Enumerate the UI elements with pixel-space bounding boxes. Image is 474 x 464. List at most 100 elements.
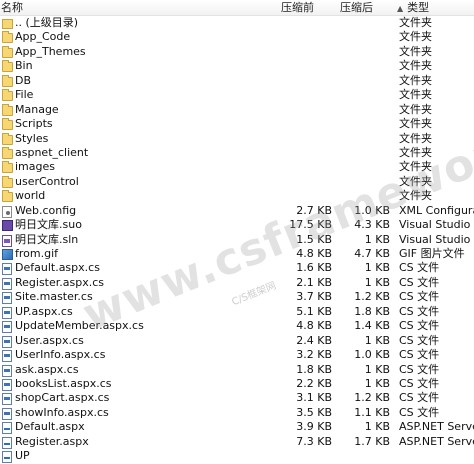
file-name: App_Themes — [15, 44, 86, 58]
file-name: Bin — [15, 59, 33, 73]
column-header-type[interactable]: ▲ 类型 — [397, 0, 429, 15]
file-row[interactable]: aspnet_client 文件夹 — [0, 146, 474, 160]
file-row[interactable]: File 文件夹 — [0, 88, 474, 102]
file-row[interactable]: booksList.aspx.cs 2.2 KB 1 KB CS 文件 — [0, 377, 474, 391]
file-name: UpdateMember.aspx.cs — [15, 319, 144, 333]
file-row[interactable]: Default.aspx.cs 1.6 KB 1 KB CS 文件 — [0, 261, 474, 276]
file-type: CS 文件 — [399, 376, 440, 390]
folder-icon — [2, 175, 13, 188]
file-name: showInfo.aspx.cs — [15, 405, 109, 419]
cs-file-icon — [2, 263, 12, 276]
file-type: CS 文件 — [399, 391, 440, 405]
file-name: aspnet_client — [15, 145, 89, 159]
file-row[interactable]: from.gif 4.8 KB 4.7 KB GIF 图片文件 — [0, 247, 474, 261]
file-size-uncompressed: 1.2 KB — [354, 290, 390, 304]
file-row[interactable]: DB 文件夹 — [0, 74, 474, 88]
file-type: CS 文件 — [399, 333, 440, 347]
folder-icon — [2, 161, 13, 174]
file-size-uncompressed: 1 KB — [364, 362, 390, 376]
aspx-file-icon — [2, 451, 12, 464]
file-size-compressed: 3.1 KB — [296, 391, 332, 405]
file-row[interactable]: UpdateMember.aspx.cs 4.8 KB 1.4 KB CS 文件 — [0, 319, 474, 334]
file-row[interactable]: shopCart.aspx.cs 3.1 KB 1.2 KB CS 文件 — [0, 391, 474, 406]
file-name: UP.aspx.cs — [15, 304, 73, 318]
cs-file-icon — [2, 306, 12, 319]
file-row[interactable]: .. (上级目录) 文件夹 — [0, 16, 474, 30]
file-row[interactable]: UserInfo.aspx.cs 3.2 KB 1.0 KB CS 文件 — [0, 348, 474, 363]
file-type: ASP.NET Server — [399, 420, 474, 434]
file-row[interactable]: Default.aspx 3.9 KB 1 KB ASP.NET Server — [0, 420, 474, 435]
file-type: 文件夹 — [399, 131, 432, 145]
file-type: ASP.NET Server — [399, 434, 474, 448]
file-name: Web.config — [15, 203, 77, 217]
file-size-compressed: 2.7 KB — [296, 203, 332, 217]
file-type: CS 文件 — [399, 405, 440, 419]
file-row[interactable]: 明日文库.suo 17.5 KB 4.3 KB Visual Studio Sc — [0, 218, 474, 232]
file-name: Manage — [15, 102, 59, 116]
file-row[interactable]: userControl 文件夹 — [0, 175, 474, 189]
file-row[interactable]: images 文件夹 — [0, 160, 474, 174]
file-type: 文件夹 — [399, 16, 432, 29]
file-row[interactable]: 明日文库.sln 1.5 KB 1 KB Visual Studio Sc — [0, 233, 474, 247]
file-size-uncompressed: 1 KB — [364, 275, 390, 289]
folder-icon — [2, 45, 13, 58]
file-row[interactable]: Scripts 文件夹 — [0, 117, 474, 131]
file-size-uncompressed: 1.0 KB — [354, 348, 390, 362]
file-row[interactable]: UP — [0, 449, 474, 464]
file-size-uncompressed: 4.7 KB — [354, 247, 390, 260]
file-row[interactable]: App_Code 文件夹 — [0, 30, 474, 44]
cs-file-icon — [2, 364, 12, 377]
file-row[interactable]: Manage 文件夹 — [0, 103, 474, 117]
file-row[interactable]: ask.aspx.cs 1.8 KB 1 KB CS 文件 — [0, 363, 474, 377]
file-name: images — [15, 160, 55, 174]
file-row[interactable]: Register.aspx 7.3 KB 1.7 KB ASP.NET Server — [0, 435, 474, 449]
file-type: CS 文件 — [399, 304, 440, 318]
cs-file-icon — [2, 393, 12, 406]
file-type: CS 文件 — [399, 261, 440, 275]
file-size-compressed: 3.9 KB — [296, 420, 332, 434]
file-size-uncompressed: 4.3 KB — [354, 218, 390, 232]
file-name: from.gif — [15, 247, 59, 260]
folder-icon — [2, 89, 13, 102]
file-row[interactable]: Styles 文件夹 — [0, 132, 474, 146]
column-header-name[interactable]: 名称 — [1, 0, 23, 15]
file-row[interactable]: Register.aspx.cs 2.1 KB 1 KB CS 文件 — [0, 276, 474, 290]
file-name: UserInfo.aspx.cs — [15, 348, 106, 362]
file-row[interactable]: Web.config 2.7 KB 1.0 KB XML Configurati — [0, 204, 474, 218]
folder-icon — [2, 118, 13, 131]
aspx-file-icon — [2, 436, 12, 449]
cs-file-icon — [2, 407, 12, 420]
file-type: Visual Studio Sc — [399, 232, 474, 246]
cs-file-icon — [2, 277, 12, 290]
folder-icon — [2, 103, 13, 116]
file-row[interactable]: App_Themes 文件夹 — [0, 45, 474, 59]
file-name: 明日文库.suo — [15, 218, 82, 232]
file-type: CS 文件 — [399, 275, 440, 289]
sort-ascending-icon: ▲ — [397, 4, 404, 13]
cs-file-icon — [2, 335, 12, 348]
file-size-compressed: 1.8 KB — [296, 362, 332, 376]
file-name: Styles — [15, 131, 49, 145]
file-name: Register.aspx — [15, 434, 89, 448]
file-size-uncompressed: 1.2 KB — [354, 391, 390, 405]
file-size-uncompressed: 1 KB — [364, 420, 390, 434]
file-row[interactable]: showInfo.aspx.cs 3.5 KB 1.1 KB CS 文件 — [0, 406, 474, 420]
column-header-compressed[interactable]: 压缩前 — [281, 0, 314, 15]
file-type: CS 文件 — [399, 362, 440, 376]
file-size-uncompressed: 1 KB — [364, 232, 390, 246]
file-size-uncompressed: 1 KB — [364, 333, 390, 347]
folder-icon — [2, 190, 13, 203]
file-name: DB — [15, 73, 32, 87]
file-row[interactable]: User.aspx.cs 2.4 KB 1 KB CS 文件 — [0, 334, 474, 348]
file-type: 文件夹 — [399, 44, 432, 58]
file-row[interactable]: Bin 文件夹 — [0, 59, 474, 73]
file-row[interactable]: Site.master.cs 3.7 KB 1.2 KB CS 文件 — [0, 290, 474, 305]
file-row[interactable]: world 文件夹 — [0, 189, 474, 203]
file-size-uncompressed: 1 KB — [364, 376, 390, 390]
file-type: GIF 图片文件 — [399, 247, 465, 260]
file-row[interactable]: UP.aspx.cs 5.1 KB 1.8 KB CS 文件 — [0, 305, 474, 319]
file-name: Default.aspx.cs — [15, 261, 100, 275]
column-header-uncompressed[interactable]: 压缩后 — [340, 0, 373, 15]
file-type: CS 文件 — [399, 290, 440, 304]
file-name: .. (上级目录) — [15, 16, 79, 29]
